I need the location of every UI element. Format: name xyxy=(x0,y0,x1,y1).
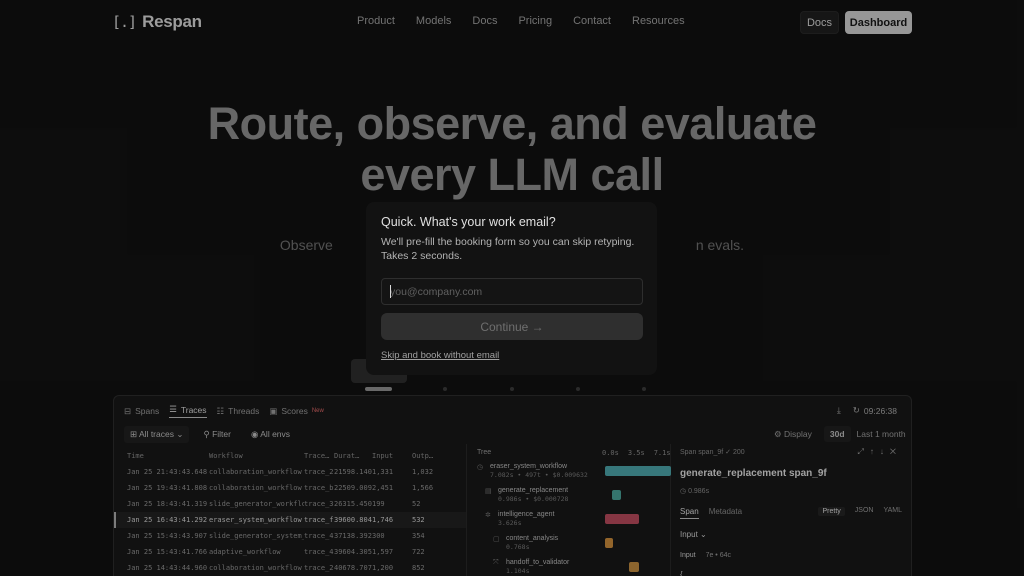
modal-title: Quick. What's your work email? xyxy=(381,215,556,229)
email-input[interactable] xyxy=(381,278,643,305)
text-caret xyxy=(390,285,391,298)
continue-button[interactable]: Continue → xyxy=(381,313,643,340)
modal-description: We'll pre-fill the booking form so you c… xyxy=(381,236,635,262)
skip-link[interactable]: Skip and book without email xyxy=(381,350,499,361)
email-modal: Quick. What's your work email? We'll pre… xyxy=(366,202,657,375)
